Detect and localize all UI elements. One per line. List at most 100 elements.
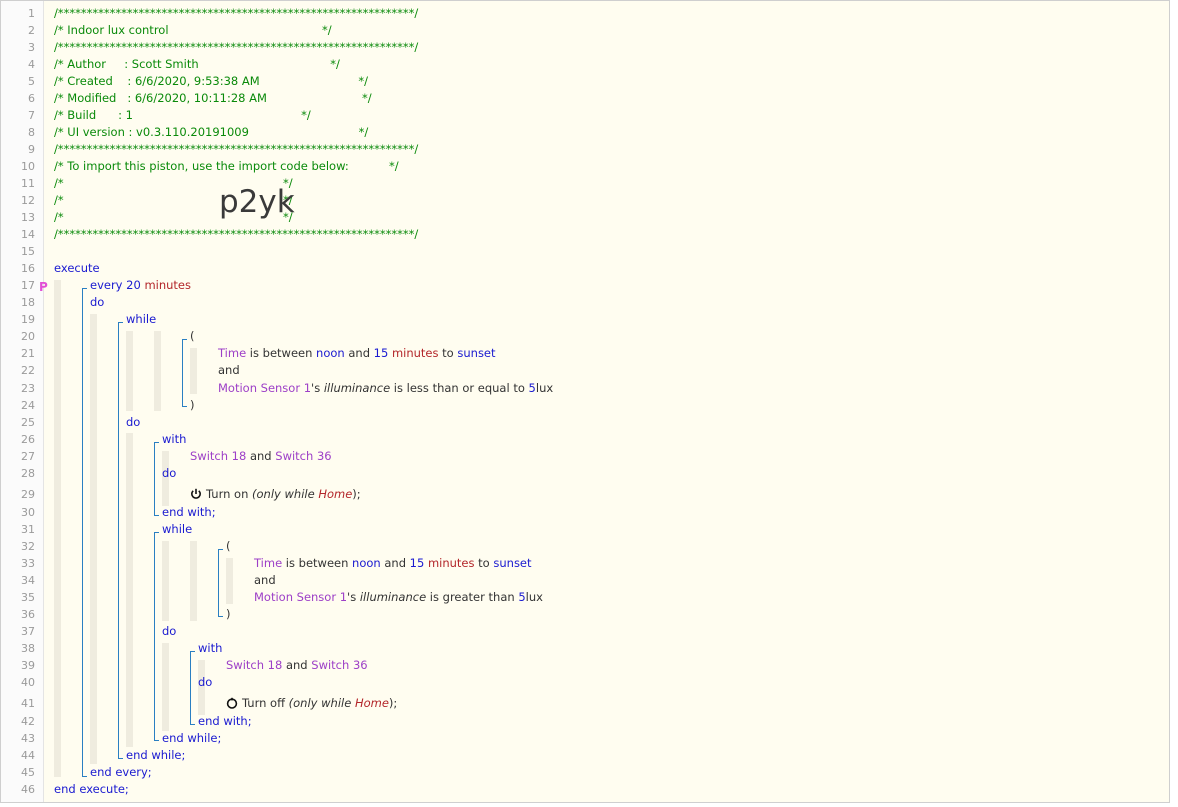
line-number: 42 [21, 715, 35, 728]
bracket-cap [182, 339, 187, 340]
line-number: 15 [21, 245, 35, 258]
time-condition[interactable]: Time is between noon and 15 minutes to s… [218, 346, 496, 360]
close-text: ); [352, 487, 361, 501]
line-number: 33 [21, 557, 35, 570]
build-comment: /* Build : 1 */ [54, 108, 311, 122]
end-execute-keyword: end execute; [54, 782, 129, 796]
with-block-bracket [154, 442, 155, 516]
while-keyword[interactable]: while [126, 312, 156, 326]
indent-guide [154, 331, 161, 411]
power-on-icon [191, 488, 201, 499]
operator-text: is greater than [426, 590, 519, 604]
indent-guide [126, 331, 133, 411]
do-keyword: do [198, 675, 213, 689]
line-number: 11 [21, 177, 35, 190]
line-number: 18 [21, 296, 35, 309]
bracket-cap [154, 740, 159, 741]
line-number: 39 [21, 659, 35, 672]
device-list[interactable]: Switch 18 and Switch 36 [226, 658, 368, 672]
bracket-cap [218, 549, 223, 550]
every-statement[interactable]: every 20 minutes [90, 278, 191, 292]
line-number: 8 [28, 126, 35, 139]
line-number: 16 [21, 262, 35, 275]
indent-guide [190, 348, 197, 394]
line-number: 45 [21, 766, 35, 779]
end-with-keyword: end with; [198, 714, 252, 728]
line-number: 5 [28, 75, 35, 88]
line-number: 30 [21, 506, 35, 519]
bracket-cap [82, 776, 87, 777]
home-variable: Home [354, 696, 389, 710]
device-list[interactable]: Switch 18 and Switch 36 [190, 449, 332, 463]
operator-text: is less than or equal to [390, 381, 529, 395]
restriction-text: (only while [288, 696, 355, 710]
turn-off-action[interactable]: Turn off (only while Home); [226, 696, 397, 710]
device-name: Switch 18 [190, 449, 247, 463]
to-text: to [474, 556, 494, 570]
author-comment: /* Author : Scott Smith */ [54, 57, 340, 71]
line-number: 1 [28, 7, 35, 20]
bracket-cap [118, 758, 123, 759]
offset-value: 15 [373, 346, 389, 360]
comment-line: /***************************************… [54, 142, 419, 156]
indent-guide [162, 643, 169, 731]
line-number: 36 [21, 608, 35, 621]
line-number: 4 [28, 58, 35, 71]
every-block-bracket [82, 288, 83, 777]
line-number: 32 [21, 540, 35, 553]
import-code: p2yk [219, 184, 295, 220]
end-with-keyword: end with; [162, 505, 216, 519]
and-text: and [282, 658, 312, 672]
time-condition[interactable]: Time is between noon and 15 minutes to s… [254, 556, 532, 570]
lux-condition[interactable]: Motion Sensor 1's illuminance is greater… [254, 590, 543, 604]
end-while-keyword: end while; [126, 748, 186, 762]
import-instruction-comment: /* To import this piston, use the import… [54, 159, 399, 173]
and-operator[interactable]: and [254, 573, 276, 587]
noon-value: noon [352, 556, 381, 570]
turn-on-action[interactable]: Turn on (only while Home); [190, 487, 361, 501]
while-block-bracket [154, 532, 155, 741]
and-operator[interactable]: and [218, 363, 240, 377]
line-number: 35 [21, 591, 35, 604]
line-number: 29 [21, 488, 35, 501]
indent-guide [90, 314, 97, 764]
line-number: 12 [21, 194, 35, 207]
possessive-text: 's [311, 381, 324, 395]
noon-value: noon [316, 346, 345, 360]
line-number: 17 [21, 279, 35, 292]
time-operand: Time [254, 556, 283, 570]
every-keyword: every [90, 278, 123, 292]
execute-keyword[interactable]: execute [54, 261, 100, 275]
line-number: 41 [21, 697, 35, 710]
with-keyword[interactable]: with [162, 432, 186, 446]
line-number: 28 [21, 467, 35, 480]
while-block-bracket [118, 322, 119, 759]
line-number: 40 [21, 676, 35, 689]
time-operand: Time [218, 346, 247, 360]
indent-guide [226, 558, 233, 604]
bracket-cap [118, 322, 123, 323]
offset-value: 15 [409, 556, 425, 570]
lux-condition[interactable]: Motion Sensor 1's illuminance is less th… [218, 381, 553, 395]
comment-line: /***************************************… [54, 6, 419, 20]
line-number: 27 [21, 450, 35, 463]
bracket-cap [154, 515, 159, 516]
close-text: ); [388, 696, 398, 710]
offset-unit: minutes [388, 346, 439, 360]
breakpoint-marker-icon[interactable]: P [39, 280, 48, 294]
condition-group-bracket [182, 339, 183, 407]
close-paren: ) [190, 398, 195, 412]
do-keyword: do [90, 295, 105, 309]
possessive-text: 's [347, 590, 360, 604]
line-number-gutter: 1 2 3 4 5 6 7 8 9 10 11 12 13 14 15 16 17 18 19 20 21 22 23 24 2… [1, 1, 44, 802]
lux-unit: lux [525, 590, 543, 604]
do-keyword: do [162, 624, 177, 638]
line-number: 24 [21, 399, 35, 412]
sunset-value: sunset [493, 556, 532, 570]
open-paren: ( [190, 329, 195, 343]
open-paren: ( [226, 539, 231, 553]
bracket-cap [218, 616, 223, 617]
with-keyword[interactable]: with [198, 641, 222, 655]
lux-value: 5 [528, 381, 536, 395]
while-keyword[interactable]: while [162, 522, 192, 536]
